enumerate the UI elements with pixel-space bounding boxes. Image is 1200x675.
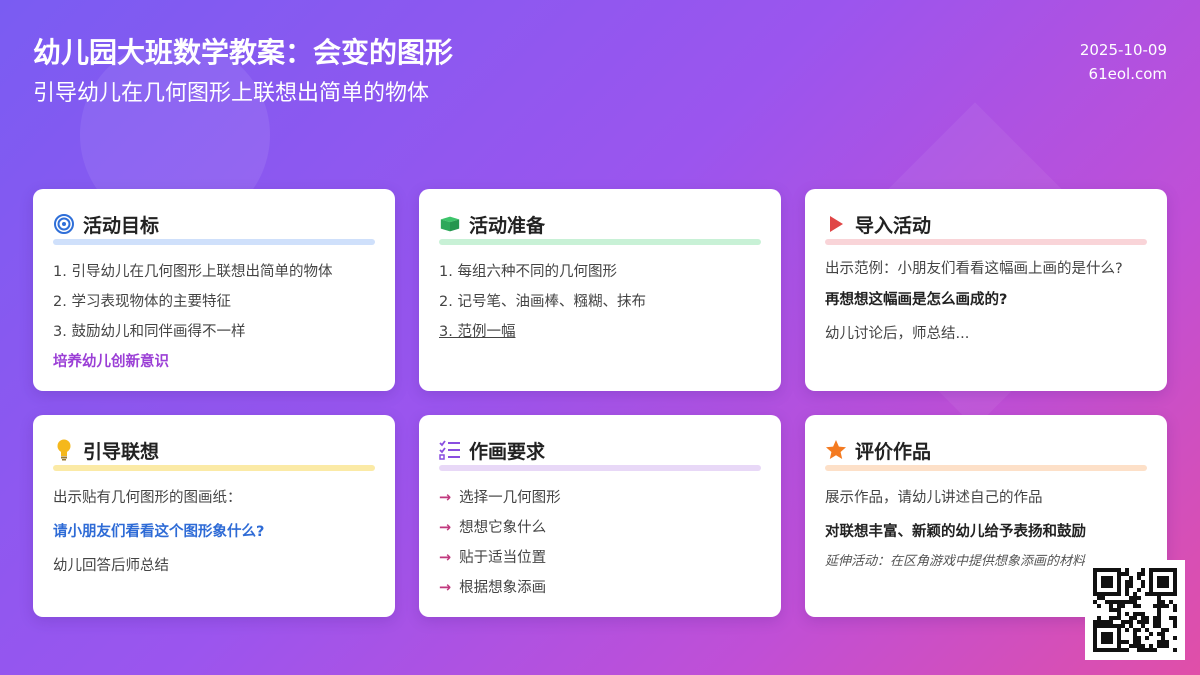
list-item: 2. 记号笔、油画棒、糨糊、抹布 bbox=[439, 294, 646, 310]
card-header: 作画要求 bbox=[439, 437, 761, 463]
arrow-right-icon: → bbox=[439, 520, 452, 536]
body-text: 出示贴有几何图形的图画纸： bbox=[53, 490, 242, 506]
star-icon bbox=[825, 439, 847, 461]
checklist-icon bbox=[439, 439, 461, 461]
list-item: 1. 每组六种不同的几何图形 bbox=[439, 264, 617, 280]
arrow-right-icon: → bbox=[439, 550, 452, 566]
title-underline bbox=[825, 239, 1147, 245]
page-title: 幼儿园大班数学教案：会变的图形 bbox=[33, 36, 454, 69]
card-title: 引导联想 bbox=[83, 440, 160, 463]
list-item: 3. 鼓励幼儿和同伴画得不一样 bbox=[53, 324, 246, 340]
card-activity-preparation: 活动准备 1. 每组六种不同的几何图形 2. 记号笔、油画棒、糨糊、抹布 3. … bbox=[419, 189, 781, 391]
title-underline bbox=[53, 465, 375, 471]
praise-text: 对联想丰富、新颖的幼儿给予表扬和鼓励 bbox=[825, 524, 1086, 540]
header-meta: 2025-10-09 61eol.com bbox=[1080, 38, 1167, 86]
card-drawing-requirements: 作画要求 → 选择一几何图形 → 想想它象什么 → 贴于适当位置 → 根据想象添画 bbox=[419, 415, 781, 617]
card-header: 导入活动 bbox=[825, 211, 1147, 237]
list-item[interactable]: 3. 范例一幅 bbox=[439, 317, 761, 347]
card-guided-association: 引导联想 出示贴有几何图形的图画纸： 请小朋友们看看这个图形象什么? 幼儿回答后… bbox=[33, 415, 395, 617]
arrow-right-icon: → bbox=[439, 580, 452, 596]
list-item: → 选择一几何图形 bbox=[439, 490, 561, 506]
box-icon bbox=[439, 213, 461, 235]
list-item: 2. 学习表现物体的主要特征 bbox=[53, 294, 231, 310]
card-title: 作画要求 bbox=[469, 440, 546, 463]
header: 幼儿园大班数学教案：会变的图形 引导幼儿在几何图形上联想出简单的物体 bbox=[33, 36, 453, 108]
page-subtitle: 引导幼儿在几何图形上联想出简单的物体 bbox=[33, 81, 430, 106]
title-underline bbox=[53, 239, 375, 245]
card-header: 活动目标 bbox=[53, 211, 375, 237]
body-text: 出示范例：小朋友们看看这幅画上画的是什么? bbox=[825, 261, 1123, 277]
title-underline bbox=[439, 465, 761, 471]
list-item: → 贴于适当位置 bbox=[439, 550, 547, 566]
play-icon bbox=[825, 213, 847, 235]
card-activity-goals: 活动目标 1. 引导幼儿在几何图形上联想出简单的物体 2. 学习表现物体的主要特… bbox=[33, 189, 395, 391]
title-underline bbox=[439, 239, 761, 245]
sample-link[interactable]: 3. 范例一幅 bbox=[439, 324, 515, 340]
lightbulb-icon bbox=[53, 439, 75, 461]
body-text: 幼儿讨论后，师总结... bbox=[825, 326, 970, 342]
card-title: 导入活动 bbox=[855, 214, 932, 237]
card-intro-activity: 导入活动 出示范例：小朋友们看看这幅画上画的是什么? 再想想这幅画是怎么画成的?… bbox=[805, 189, 1167, 391]
card-header: 活动准备 bbox=[439, 211, 761, 237]
title-underline bbox=[825, 465, 1147, 471]
card-title: 评价作品 bbox=[855, 440, 932, 463]
qr-code bbox=[1085, 560, 1185, 660]
card-header: 引导联想 bbox=[53, 437, 375, 463]
highlight-text: 培养幼儿创新意识 bbox=[53, 354, 169, 370]
question-text: 再想想这幅画是怎么画成的? bbox=[825, 292, 1008, 308]
card-header: 评价作品 bbox=[825, 437, 1147, 463]
arrow-right-icon: → bbox=[439, 490, 452, 506]
list-item: 1. 引导幼儿在几何图形上联想出简单的物体 bbox=[53, 264, 333, 280]
body-text: 展示作品，请幼儿讲述自己的作品 bbox=[825, 490, 1043, 506]
question-text: 请小朋友们看看这个图形象什么? bbox=[53, 524, 265, 540]
body-text: 幼儿回答后师总结 bbox=[53, 558, 169, 574]
card-title: 活动准备 bbox=[469, 214, 546, 237]
target-icon bbox=[53, 213, 75, 235]
site-text: 61eol.com bbox=[1088, 65, 1167, 83]
list-item: → 想想它象什么 bbox=[439, 520, 547, 536]
card-title: 活动目标 bbox=[83, 214, 160, 237]
list-item: → 根据想象添画 bbox=[439, 580, 547, 596]
date-text: 2025-10-09 bbox=[1079, 41, 1167, 59]
